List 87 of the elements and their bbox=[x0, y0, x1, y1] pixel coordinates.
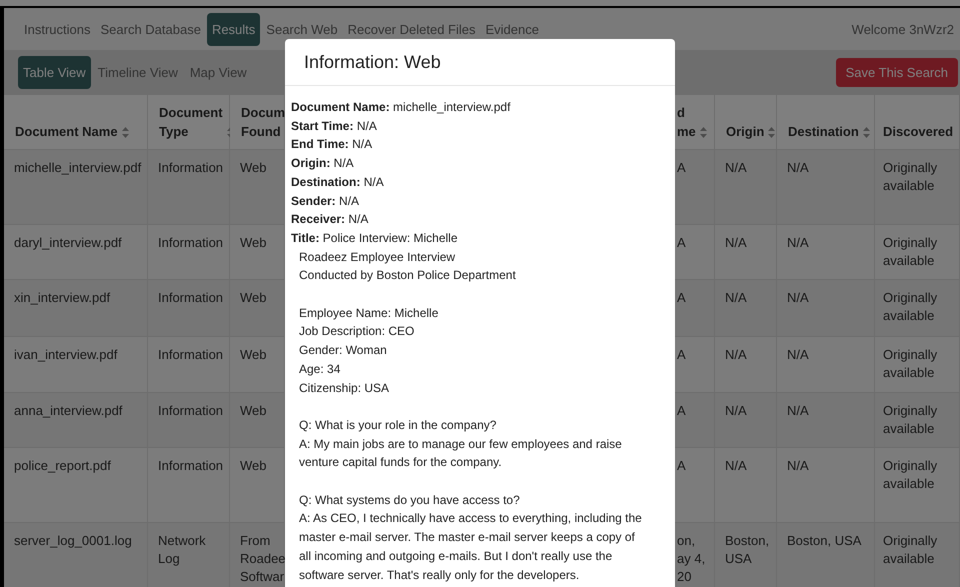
table-cell: Originally available bbox=[875, 150, 960, 225]
text-line: Gender: Woman bbox=[299, 342, 388, 360]
text-line: A: My main jobs are to manage our few employees and raise venture capital funds for the company. bbox=[299, 436, 623, 472]
table-cell: N/A bbox=[777, 448, 875, 523]
text-line: Citizenship: USA bbox=[299, 380, 390, 397]
column-header[interactable]: Docum Found bbox=[230, 95, 285, 150]
table-cell: Web bbox=[230, 280, 285, 337]
detail-line: Origin: N/A bbox=[291, 155, 355, 172]
column-header[interactable]: Document Name bbox=[4, 95, 148, 150]
table-cell: Boston, USA bbox=[715, 523, 777, 587]
table-cell: Information bbox=[148, 225, 230, 280]
welcome-text: Welcome 3nWzr2 bbox=[852, 22, 954, 36]
detail-line: Document Name: michelle_interview.pdf bbox=[291, 99, 512, 116]
table-cell: A bbox=[675, 225, 715, 280]
table-cell: Originally available bbox=[875, 280, 960, 337]
table-cell: N/A bbox=[777, 393, 875, 448]
table-cell: Web bbox=[230, 393, 285, 448]
sort-icon[interactable] bbox=[862, 127, 870, 138]
table-cell: A bbox=[675, 150, 715, 225]
table-cell: A bbox=[675, 280, 715, 337]
table-cell: N/A bbox=[777, 280, 875, 337]
table-cell: ivan_interview.pdf bbox=[4, 337, 148, 393]
table-cell: N/A bbox=[715, 225, 777, 280]
table-cell: N/A bbox=[715, 448, 777, 523]
detail-line: Sender: N/A bbox=[291, 192, 360, 210]
table-cell: Web bbox=[230, 225, 285, 280]
save-search-button[interactable]: Save This Search bbox=[836, 58, 958, 87]
sort-icon[interactable] bbox=[700, 127, 707, 138]
detail-line: Destination: N/A bbox=[291, 174, 385, 191]
modal-title: Information: Web bbox=[304, 52, 441, 72]
text-line: Q: What is your role in the company? bbox=[299, 416, 498, 434]
table-cell: N/A bbox=[715, 337, 777, 393]
table-cell: Information bbox=[148, 150, 230, 225]
table-cell: on, ay 4, 20 bbox=[675, 523, 715, 587]
table-cell: Originally available bbox=[875, 393, 960, 448]
table-cell: xin_interview.pdf bbox=[4, 280, 148, 337]
table-cell: daryl_interview.pdf bbox=[4, 225, 148, 280]
table-cell: anna_interview.pdf bbox=[4, 393, 148, 448]
table-cell: N/A bbox=[777, 150, 875, 225]
column-header[interactable]: d me bbox=[675, 95, 715, 150]
table-cell: N/A bbox=[777, 337, 875, 393]
view-tab[interactable]: Timeline View bbox=[92, 56, 183, 89]
text-line: Age: 34 bbox=[299, 360, 342, 378]
view-tab[interactable]: Map View bbox=[184, 56, 252, 89]
text-line: Job Description: CEO bbox=[299, 323, 416, 340]
detail-line: End Time: N/A bbox=[291, 136, 374, 154]
table-cell: Network Log bbox=[148, 523, 230, 587]
table-cell: Originally available bbox=[875, 448, 960, 523]
table-cell: Web bbox=[230, 150, 285, 225]
text-line: Q: What systems do you have access to? bbox=[299, 492, 521, 509]
table-cell: A bbox=[675, 393, 715, 448]
table-cell: From Roadee Softwar bbox=[230, 523, 285, 587]
table-cell: michelle_interview.pdf bbox=[4, 150, 148, 225]
table-cell: N/A bbox=[715, 280, 777, 337]
column-header[interactable]: Destination bbox=[777, 95, 875, 150]
table-cell: N/A bbox=[777, 225, 875, 280]
detail-line: Start Time: N/A bbox=[291, 118, 378, 135]
table-cell: Information bbox=[148, 280, 230, 337]
table-cell: police_report.pdf bbox=[4, 448, 148, 523]
table-cell: N/A bbox=[715, 393, 777, 448]
text-line: Roadeez Employee Interview bbox=[299, 248, 456, 266]
column-header[interactable]: Discovered bbox=[875, 95, 960, 150]
table-cell: Web bbox=[230, 448, 285, 523]
table-cell: A bbox=[675, 337, 715, 393]
text-line: A: As CEO, I technically have access to everything, including the master e-mail server. The master e-mail server keeps a copy of all incoming and outgoing e-mails. But I don't really use the software server. That's really only for the developers. bbox=[299, 510, 643, 584]
text-line: Conducted by Boston Police Department bbox=[299, 267, 517, 284]
column-header[interactable]: Document Type bbox=[148, 95, 230, 150]
table-cell: Originally available bbox=[875, 225, 960, 280]
table-cell: server_log_0001.log bbox=[4, 523, 148, 587]
sort-icon[interactable] bbox=[122, 127, 129, 138]
text-line: Employee Name: Michelle bbox=[299, 304, 440, 322]
table-cell: Information bbox=[148, 448, 230, 523]
detail-line: Receiver: N/A bbox=[291, 211, 370, 228]
column-header[interactable]: Origin bbox=[715, 95, 777, 150]
table-cell: Web bbox=[230, 337, 285, 393]
table-cell: Information bbox=[148, 393, 230, 448]
detail-line: Title: Police Interview: Michelle bbox=[291, 230, 459, 247]
view-tab[interactable]: Table View bbox=[18, 56, 91, 89]
table-cell: A bbox=[675, 448, 715, 523]
table-cell: Boston, USA bbox=[777, 523, 875, 587]
table-cell: Originally available bbox=[875, 337, 960, 393]
nav-tab[interactable]: Search Database bbox=[96, 14, 205, 44]
table-cell: Information bbox=[148, 337, 230, 393]
table-cell: N/A bbox=[715, 150, 777, 225]
nav-tab[interactable]: Instructions bbox=[20, 14, 94, 44]
table-cell: Originally available bbox=[875, 523, 960, 587]
nav-tab[interactable]: Results bbox=[206, 12, 260, 46]
